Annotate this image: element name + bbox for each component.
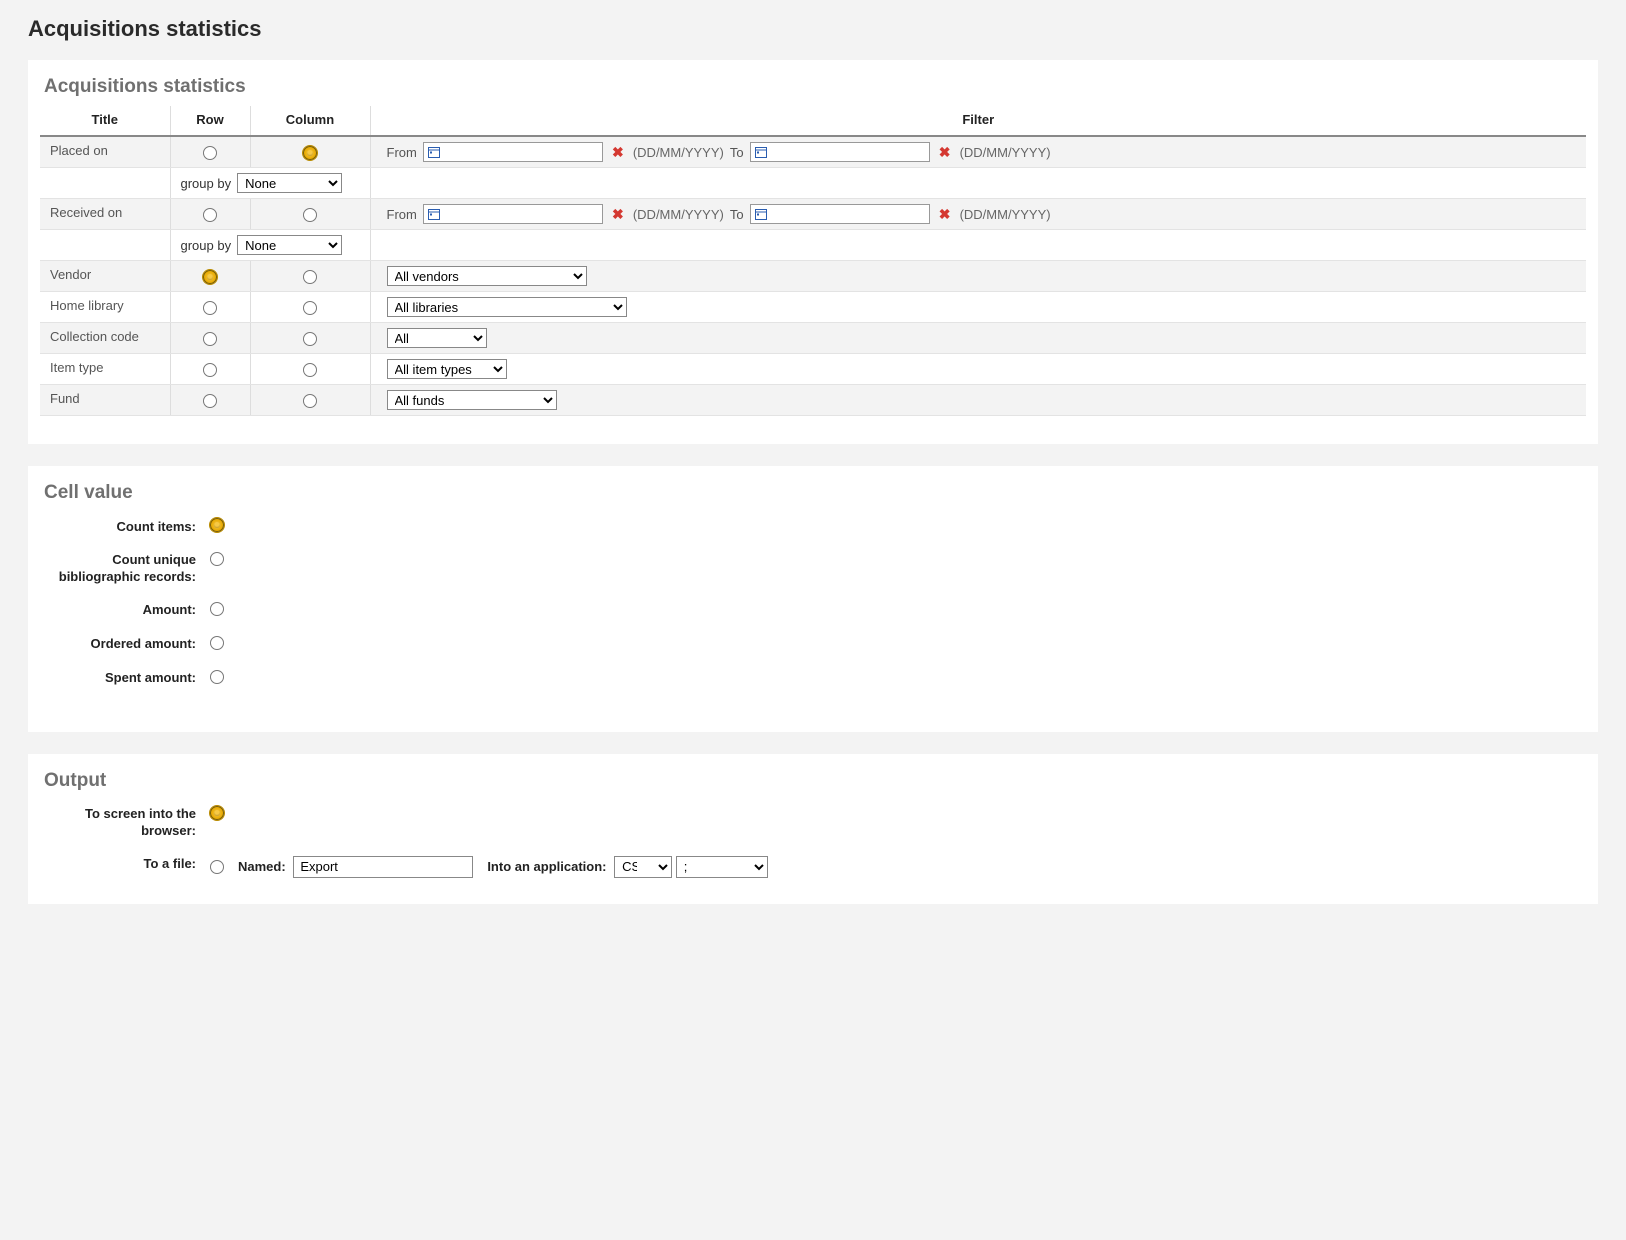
clear-received-on-to-icon[interactable]: ✖ [936, 205, 954, 223]
row-placed-on: Placed on From ✖ (DD/MM/YYYY) [40, 136, 1586, 168]
label-fund: Fund [40, 385, 170, 416]
output-card: Output To screen into the browser: To a … [28, 754, 1598, 904]
placed-on-groupby-select[interactable]: None [237, 173, 342, 193]
row-vendor: Vendor All vendors [40, 261, 1586, 292]
row-fund: Fund All funds [40, 385, 1586, 416]
section-heading-output: Output [44, 770, 1586, 792]
section-heading-cell-value: Cell value [44, 482, 1586, 504]
label-amount: Amount: [50, 602, 210, 620]
cell-value-card: Cell value Count items: Count unique bib… [28, 466, 1598, 732]
label-item-type: Item type [40, 354, 170, 385]
th-column: Column [250, 106, 370, 136]
radio-amount[interactable] [210, 602, 224, 616]
hint-placed-on-to: (DD/MM/YYYY) [960, 145, 1051, 160]
received-on-from-input[interactable] [423, 204, 603, 224]
label-count-items: Count items: [50, 518, 210, 536]
fund-filter-select[interactable]: All funds [387, 390, 557, 410]
label-named: Named: [238, 859, 286, 874]
item-type-filter-select[interactable]: All item types [387, 359, 507, 379]
placed-on-from-input[interactable] [423, 142, 603, 162]
statistics-card: Acquisitions statistics Title Row Column… [28, 60, 1598, 444]
radio-output-screen[interactable] [210, 806, 224, 820]
label-from: From [387, 207, 417, 222]
delimiter-select[interactable]: ; [676, 856, 768, 878]
label-home-library: Home library [40, 292, 170, 323]
label-to: To [730, 207, 744, 222]
received-on-groupby-select[interactable]: None [237, 235, 342, 255]
hint-placed-on-from: (DD/MM/YYYY) [633, 145, 724, 160]
format-select[interactable]: CSV [614, 856, 672, 878]
radio-item-type-column[interactable] [303, 363, 317, 377]
label-ordered-amount: Ordered amount: [50, 636, 210, 654]
label-from: From [387, 145, 417, 160]
calendar-icon [427, 145, 441, 159]
row-home-library: Home library All libraries [40, 292, 1586, 323]
radio-home-library-row[interactable] [203, 301, 217, 315]
radio-ordered-amount[interactable] [210, 636, 224, 650]
clear-placed-on-from-icon[interactable]: ✖ [609, 143, 627, 161]
radio-item-type-row[interactable] [203, 363, 217, 377]
export-name-input[interactable] [293, 856, 473, 878]
radio-vendor-column[interactable] [303, 270, 317, 284]
label-spent-amount: Spent amount: [50, 670, 210, 688]
received-on-to-input[interactable] [750, 204, 930, 224]
th-title: Title [40, 106, 170, 136]
radio-spent-amount[interactable] [210, 670, 224, 684]
radio-count-items[interactable] [210, 518, 224, 532]
label-into-app: Into an application: [487, 859, 606, 874]
clear-placed-on-to-icon[interactable]: ✖ [936, 143, 954, 161]
calendar-icon [754, 145, 768, 159]
th-filter: Filter [370, 106, 1586, 136]
radio-vendor-row[interactable] [203, 270, 217, 284]
radio-collection-code-row[interactable] [203, 332, 217, 346]
radio-home-library-column[interactable] [303, 301, 317, 315]
vendor-filter-select[interactable]: All vendors [387, 266, 587, 286]
label-vendor: Vendor [40, 261, 170, 292]
radio-collection-code-column[interactable] [303, 332, 317, 346]
label-collection-code: Collection code [40, 323, 170, 354]
radio-count-unique[interactable] [210, 552, 224, 566]
row-received-on: Received on From ✖ (DD/MM/YYY [40, 199, 1586, 230]
label-to-screen: To screen into the browser: [50, 806, 210, 840]
row-placed-on-groupby: group by None [40, 168, 1586, 199]
calendar-icon [427, 207, 441, 221]
radio-fund-row[interactable] [203, 394, 217, 408]
label-to: To [730, 145, 744, 160]
clear-received-on-from-icon[interactable]: ✖ [609, 205, 627, 223]
label-group-by: group by [181, 238, 232, 253]
hint-received-on-from: (DD/MM/YYYY) [633, 207, 724, 222]
row-collection-code: Collection code All [40, 323, 1586, 354]
home-library-filter-select[interactable]: All libraries [387, 297, 627, 317]
label-to-file: To a file: [50, 856, 210, 874]
label-received-on: Received on [40, 199, 170, 230]
label-placed-on: Placed on [40, 136, 170, 168]
collection-code-filter-select[interactable]: All [387, 328, 487, 348]
radio-received-on-column[interactable] [303, 208, 317, 222]
radio-placed-on-row[interactable] [203, 146, 217, 160]
label-count-unique: Count unique bibliographic records: [50, 552, 210, 586]
label-group-by: group by [181, 176, 232, 191]
radio-received-on-row[interactable] [203, 208, 217, 222]
calendar-icon [754, 207, 768, 221]
hint-received-on-to: (DD/MM/YYYY) [960, 207, 1051, 222]
section-heading-statistics: Acquisitions statistics [44, 76, 1586, 98]
radio-placed-on-column[interactable] [303, 146, 317, 160]
radio-fund-column[interactable] [303, 394, 317, 408]
stats-table: Title Row Column Filter Placed on From [40, 106, 1586, 416]
page-title: Acquisitions statistics [28, 16, 1598, 42]
radio-output-file[interactable] [210, 860, 224, 874]
th-row: Row [170, 106, 250, 136]
row-received-on-groupby: group by None [40, 230, 1586, 261]
row-item-type: Item type All item types [40, 354, 1586, 385]
placed-on-to-input[interactable] [750, 142, 930, 162]
